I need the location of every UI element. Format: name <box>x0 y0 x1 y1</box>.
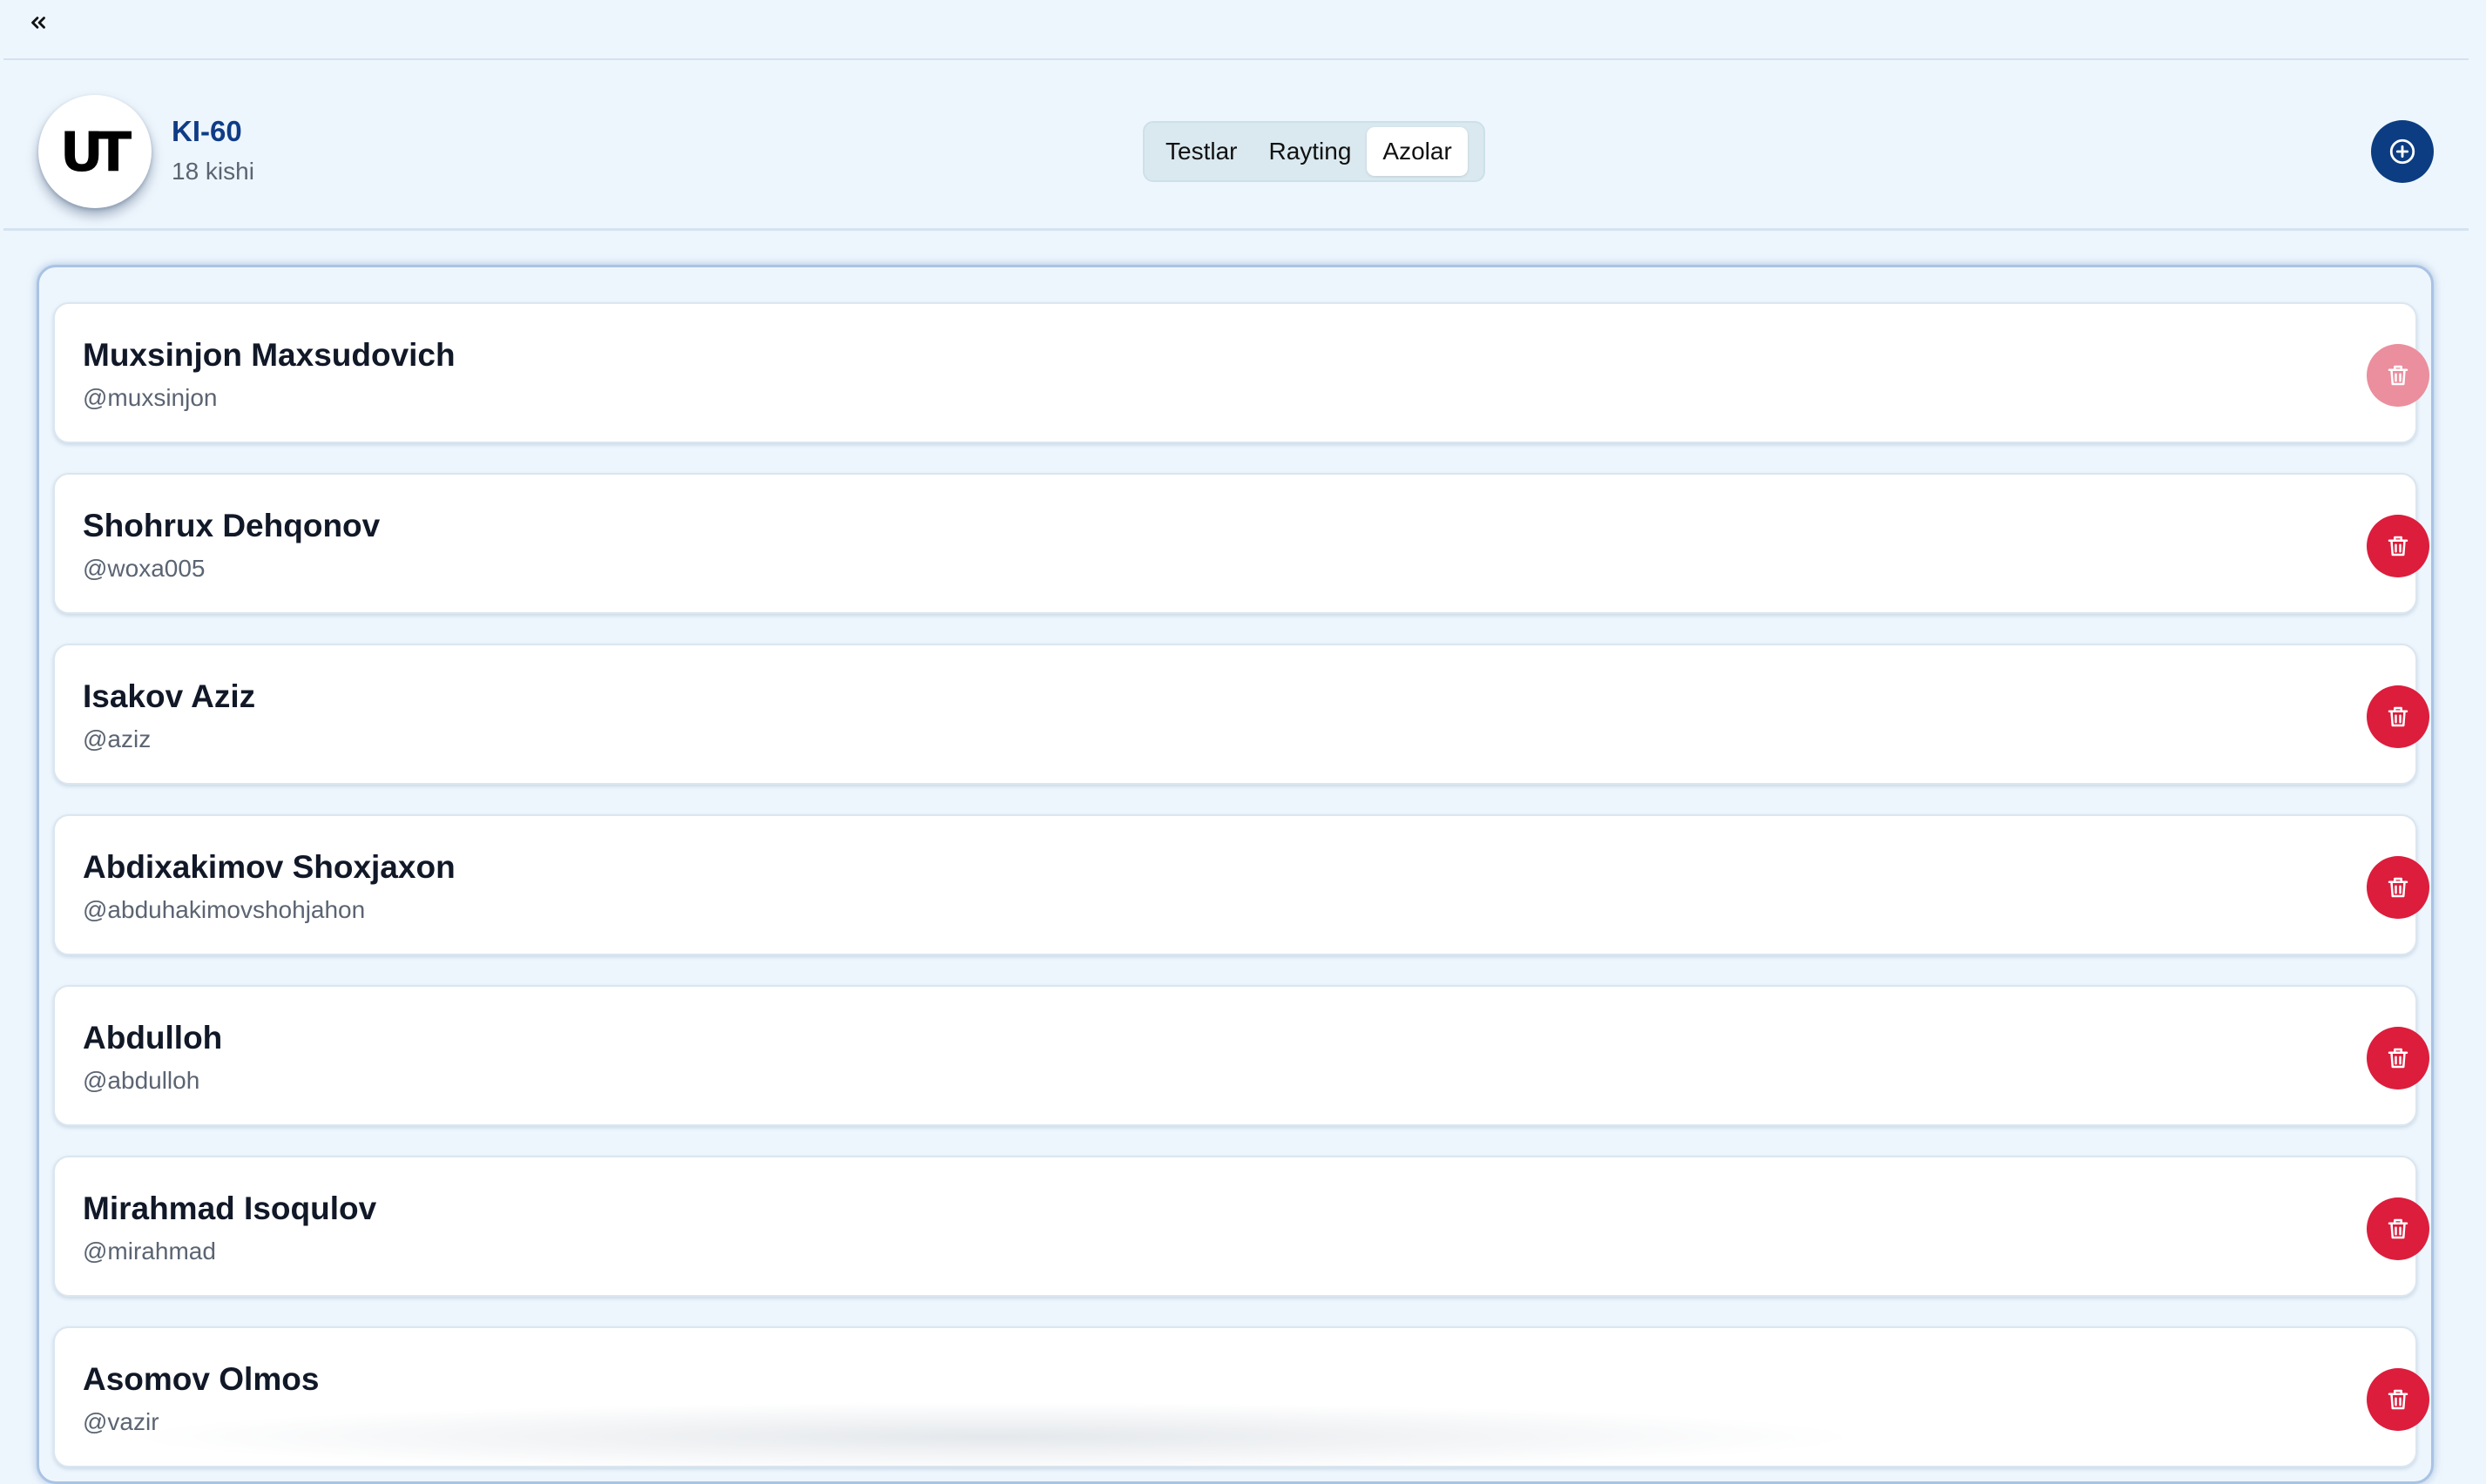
top-bar <box>3 0 2469 60</box>
members-panel: Muxsinjon Maxsudovich @muxsinjon Shohrux… <box>37 265 2434 1484</box>
member-name: Abdixakimov Shoxjaxon <box>83 849 456 885</box>
trash-icon <box>2388 877 2408 898</box>
delete-member-button[interactable] <box>2367 685 2429 748</box>
tab-rayting[interactable]: Rayting <box>1253 127 1367 176</box>
member-username: @woxa005 <box>83 555 206 582</box>
group-avatar-text: UT <box>59 119 132 184</box>
member-username: @abdulloh <box>83 1067 200 1094</box>
member-row: Muxsinjon Maxsudovich @muxsinjon <box>53 302 2429 443</box>
trash-icon <box>2388 1048 2408 1069</box>
member-row: Isakov Aziz @aziz <box>53 644 2429 785</box>
member-name: Mirahmad Isoqulov <box>83 1191 377 1226</box>
group-avatar: UT <box>38 95 152 208</box>
group-member-count: 18 kishi <box>172 158 254 185</box>
member-name: Isakov Aziz <box>83 678 256 714</box>
tab-bar: Testlar Rayting Azolar <box>1143 121 1485 182</box>
delete-member-button[interactable] <box>2367 856 2429 919</box>
member-name: Asomov Olmos <box>83 1361 320 1397</box>
group-header: UT KI-60 18 kishi Testlar Rayting Azolar <box>3 60 2469 231</box>
trash-icon <box>2388 536 2408 556</box>
member-username: @vazir <box>83 1408 159 1435</box>
delete-member-button[interactable] <box>2367 515 2429 577</box>
delete-member-button[interactable] <box>2367 1368 2429 1431</box>
trash-icon <box>2388 1389 2408 1410</box>
member-username: @mirahmad <box>83 1238 216 1265</box>
plus-circle-icon <box>2389 138 2415 165</box>
member-username: @abduhakimovshohjahon <box>83 896 366 923</box>
member-row: Asomov Olmos @vazir <box>53 1326 2429 1467</box>
member-username: @muxsinjon <box>83 384 218 411</box>
member-row: Abdixakimov Shoxjaxon @abduhakimovshohja… <box>53 814 2429 955</box>
tab-testlar[interactable]: Testlar <box>1150 127 1253 176</box>
member-username: @aziz <box>83 725 152 752</box>
trash-icon <box>2388 365 2408 386</box>
delete-member-button[interactable] <box>2367 344 2429 407</box>
double-chevron-left-icon <box>31 17 45 29</box>
delete-member-button[interactable] <box>2367 1197 2429 1260</box>
member-row: Mirahmad Isoqulov @mirahmad <box>53 1156 2429 1297</box>
trash-icon <box>2388 1218 2408 1239</box>
tab-azolar[interactable]: Azolar <box>1367 127 1468 176</box>
add-member-button[interactable] <box>2371 120 2434 183</box>
member-name: Muxsinjon Maxsudovich <box>83 337 456 373</box>
member-name: Abdulloh <box>83 1020 223 1056</box>
collapse-sidebar-button[interactable] <box>19 3 57 42</box>
member-row: Shohrux Dehqonov @woxa005 <box>53 473 2429 614</box>
member-row: Abdulloh @abdulloh <box>53 985 2429 1126</box>
group-name: KI-60 <box>172 115 242 147</box>
trash-icon <box>2388 706 2408 727</box>
member-name: Shohrux Dehqonov <box>83 508 381 543</box>
delete-member-button[interactable] <box>2367 1027 2429 1089</box>
